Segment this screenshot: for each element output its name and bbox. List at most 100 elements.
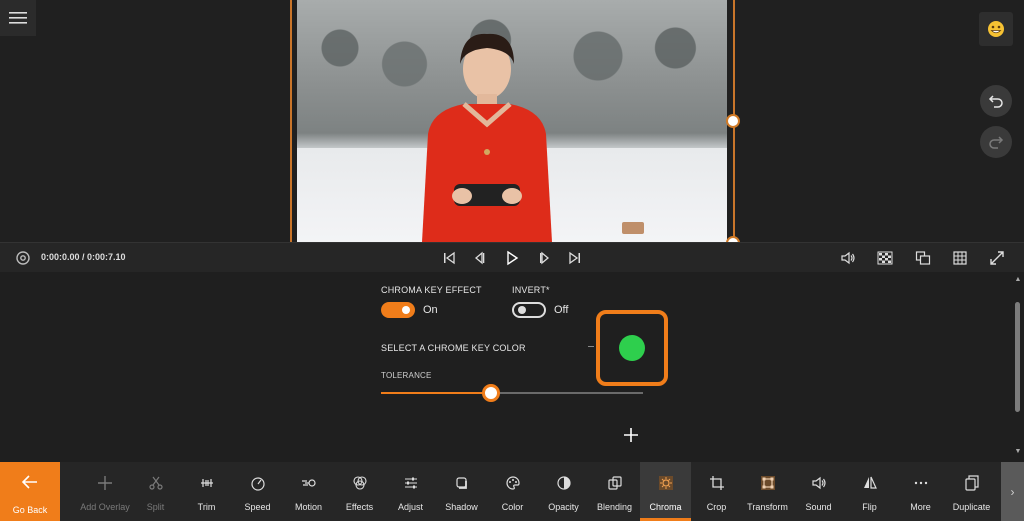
settings-icon <box>16 251 30 265</box>
previous-frame-icon <box>474 251 485 265</box>
invert-value: Off <box>554 304 569 316</box>
aspect-ratio-button[interactable] <box>914 249 932 267</box>
tool-add-overlay-button: Add Overlay <box>79 462 131 521</box>
tool-crop-button[interactable]: Crop <box>691 462 742 521</box>
tool-sound-button[interactable]: Sound <box>793 462 844 521</box>
skip-to-start-button[interactable] <box>440 249 458 267</box>
selected-color-swatch <box>619 335 645 361</box>
toggle-knob <box>518 306 526 314</box>
tolerance-label: TOLERANCE <box>381 371 432 380</box>
hamburger-menu-icon <box>9 12 27 24</box>
blending-icon <box>605 473 625 493</box>
aspect-ratio-icon <box>915 251 931 265</box>
checkerboard-button[interactable] <box>876 249 894 267</box>
person-figure <box>422 33 552 242</box>
tool-chroma-button[interactable]: Chroma <box>640 462 691 521</box>
go-back-button[interactable]: Go Back <box>0 462 60 521</box>
next-frame-icon <box>540 251 550 265</box>
chroma-icon <box>656 473 676 493</box>
tool-opacity-button[interactable]: Opacity <box>538 462 589 521</box>
tool-color-button[interactable]: Color <box>487 462 538 521</box>
tool-effects-button[interactable]: Effects <box>334 462 385 521</box>
play-button[interactable] <box>503 249 521 267</box>
tool-label: Add Overlay <box>80 502 130 512</box>
skip-to-start-icon <box>444 251 455 265</box>
tool-shadow-button[interactable]: Shadow <box>436 462 487 521</box>
scissors-icon <box>146 473 166 493</box>
tool-label: Shadow <box>445 502 478 512</box>
tool-label: Blending <box>596 502 633 512</box>
tool-label: Transform <box>747 502 788 512</box>
chroma-color-picker[interactable] <box>596 310 668 386</box>
color-dash <box>588 346 594 347</box>
grid-button[interactable] <box>951 249 969 267</box>
tool-speed-button[interactable]: Speed <box>232 462 283 521</box>
scrollbar-thumb[interactable] <box>1015 302 1020 412</box>
tool-label: Speed <box>244 502 271 512</box>
tool-split-button: Split <box>130 462 181 521</box>
volume-button[interactable] <box>839 249 857 267</box>
tool-label: Effects <box>345 502 374 512</box>
scroll-down-arrow[interactable]: ▼ <box>1014 448 1022 456</box>
motion-icon <box>299 473 319 493</box>
resize-handle-right[interactable] <box>726 114 740 128</box>
invert-label: INVERT* <box>512 285 550 295</box>
effects-icon <box>350 473 370 493</box>
previous-frame-button[interactable] <box>470 249 488 267</box>
sliders-icon <box>401 473 421 493</box>
tool-more-button[interactable]: More <box>895 462 946 521</box>
next-frame-button[interactable] <box>536 249 554 267</box>
toolbar-scroll-right[interactable]: › <box>1001 462 1024 521</box>
toggle-knob <box>402 306 410 314</box>
tool-trim-button[interactable]: Trim <box>181 462 232 521</box>
plus-icon <box>95 473 115 493</box>
emoji-face-icon <box>988 21 1004 37</box>
tool-transform-button[interactable]: Transform <box>742 462 793 521</box>
emoji-button[interactable] <box>979 12 1013 46</box>
duplicate-icon <box>962 473 982 493</box>
palette-icon <box>503 473 523 493</box>
flip-icon <box>860 473 880 493</box>
tool-label: Trim <box>197 502 216 512</box>
redo-button[interactable] <box>980 126 1012 158</box>
panel-scrollbar[interactable]: ▲ ▼ <box>1012 272 1024 462</box>
add-keyframe-button[interactable] <box>620 424 642 446</box>
tool-label: Color <box>501 502 524 512</box>
tool-adjust-button[interactable]: Adjust <box>385 462 436 521</box>
undo-button[interactable] <box>980 85 1012 117</box>
fullscreen-icon <box>990 251 1004 265</box>
fullscreen-button[interactable] <box>988 249 1006 267</box>
sound-icon <box>809 473 829 493</box>
play-icon <box>507 250 519 266</box>
playback-settings-button[interactable] <box>14 249 32 267</box>
grid-icon <box>953 251 967 265</box>
skip-to-end-icon <box>569 251 580 265</box>
selection-border-left <box>290 0 292 242</box>
menu-button[interactable] <box>0 0 36 36</box>
tolerance-slider-thumb[interactable] <box>482 384 501 402</box>
tool-label: Opacity <box>548 502 579 512</box>
playback-time: 0:00:0.00 / 0:00:7.10 <box>41 252 126 262</box>
back-arrow-icon <box>21 473 39 496</box>
tool-label: Adjust <box>397 502 423 512</box>
chroma-color-label: SELECT A CHROME KEY COLOR <box>381 343 526 353</box>
go-back-label: Go Back <box>12 505 48 515</box>
checkerboard-icon <box>877 251 893 265</box>
invert-toggle[interactable] <box>512 302 546 318</box>
tolerance-slider-fill <box>381 392 492 394</box>
tool-motion-button[interactable]: Motion <box>283 462 334 521</box>
tool-blending-button[interactable]: Blending <box>589 462 640 521</box>
speedometer-icon <box>248 473 268 493</box>
tool-label: Flip <box>862 502 877 512</box>
plus-icon <box>624 428 638 442</box>
tool-duplicate-button[interactable]: Duplicate <box>946 462 997 521</box>
tool-flip-button[interactable]: Flip <box>844 462 895 521</box>
video-preview-area <box>0 0 1024 250</box>
opacity-icon <box>554 473 574 493</box>
crop-icon <box>707 473 727 493</box>
tolerance-slider[interactable] <box>381 384 643 402</box>
tool-label: Duplicate <box>952 502 991 512</box>
skip-to-end-button[interactable] <box>566 249 584 267</box>
chroma-effect-toggle[interactable] <box>381 302 415 318</box>
scroll-up-arrow[interactable]: ▲ <box>1014 276 1022 284</box>
